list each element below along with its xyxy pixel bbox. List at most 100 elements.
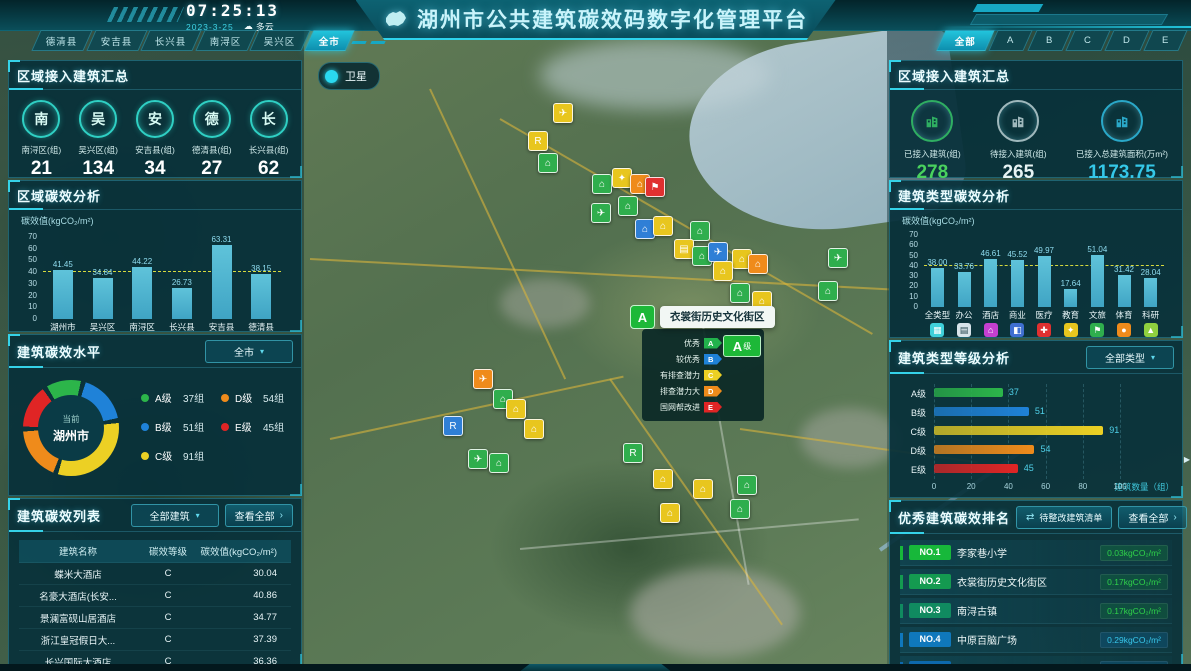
building-name: 李家巷小学 [957,545,1094,560]
building-icon [997,100,1039,142]
map-marker[interactable]: ⚑ [645,177,665,197]
ranking-row[interactable]: NO.4中原百脑广场0.29kgCO₂/m² [900,627,1172,653]
legend-grade: D级 [235,390,257,405]
grade-legend-row: 有排查潜力 C [646,367,760,383]
building-icon [911,100,953,142]
bar [958,272,971,307]
hotel-icon: ⌂ [984,323,998,337]
grade-chip: C [704,370,722,381]
map-marker[interactable]: R [443,416,463,436]
map-marker[interactable]: ⌂ [818,281,838,301]
carbon-value: 0.17kgCO₂/m² [1100,574,1168,590]
rectify-list-button[interactable]: ⇄待整改建筑清单 [1016,506,1112,529]
bar-value-label: 45 [1024,463,1034,473]
x-axis-label: 安吉县 [202,321,242,333]
region-tab-1[interactable]: 安吉县 [86,30,147,51]
ranking-row[interactable]: NO.1李家巷小学0.03kgCO₂/m² [900,540,1172,566]
bar [1118,275,1131,307]
map-marker[interactable]: ⌂ [713,261,733,281]
map-marker[interactable]: ⌂ [524,419,544,439]
map-marker[interactable]: ⌂ [506,399,526,419]
y-axis-tick: 70 [17,232,37,241]
ranking-row[interactable]: NO.3南浔古镇0.17kgCO₂/m² [900,598,1172,624]
map-marker[interactable]: R [528,131,548,151]
legend-dot-icon [221,423,229,431]
grade-tab-4[interactable]: D [1104,30,1149,51]
map-marker[interactable]: ▤ [674,239,694,259]
rank-accent [900,604,903,618]
type-filter-dropdown[interactable]: 全部类型▾ [1086,346,1174,369]
map-marker[interactable]: ✈ [468,449,488,469]
panel-title: 优秀建筑碳效排名 [898,508,1010,527]
map-marker[interactable]: ⌂ [748,254,768,274]
map-marker[interactable]: ⌂ [635,219,655,239]
y-axis-tick: 20 [17,291,37,300]
grid-line [1120,384,1121,479]
grade-tab-1[interactable]: A [989,30,1034,51]
view-all-label: 查看全部 [1128,510,1168,525]
region-tab-3[interactable]: 南浔区 [195,30,256,51]
building-name: 南浔古镇 [957,603,1094,618]
map-marker[interactable]: ⌂ [730,283,750,303]
region-stat-label: 南浔区(组) [22,144,62,156]
grade-legend-label: 国网帮改进 [660,402,700,413]
table-cell: C [137,612,199,623]
y-axis-tick: 50 [17,255,37,264]
view-all-button[interactable]: 查看全部› [225,504,293,527]
region-tab-2[interactable]: 长兴县 [140,30,201,51]
map-marker[interactable]: ✈ [553,103,573,123]
region-stat: 南南浔区(组)21 [14,100,68,180]
map-marker[interactable]: ⌂ [653,216,673,236]
x-axis-label: 医疗 [1031,309,1058,321]
map-marker[interactable]: ⌂ [737,475,757,495]
y-axis-tick: 30 [898,271,918,280]
map-marker[interactable]: ⌂ [660,503,680,523]
panel-title: 区域接入建筑汇总 [17,66,129,85]
scroll-arrow-icon[interactable]: ▶ [1184,455,1190,464]
city-dropdown[interactable]: 全市▾ [205,340,293,363]
table-row[interactable]: 名豪大酒店(长安...C40.86 [19,585,291,607]
grade-legend-label: 有排查潜力 [660,370,700,381]
donut-legend-item: D级 54组 [221,390,291,405]
map-tooltip[interactable]: A 衣裳街历史文化街区 [630,305,775,329]
region-stat-value: 27 [201,158,222,180]
map-marker[interactable]: ✈ [591,203,611,223]
grade-tab-label: A [1007,35,1014,46]
bar [251,274,271,319]
satellite-toggle[interactable]: 卫星 [318,62,380,90]
map-marker[interactable]: ✦ [612,168,632,188]
grade-tab-3[interactable]: C [1065,30,1110,51]
map-marker[interactable]: ✈ [473,369,493,389]
map-marker[interactable]: ⌂ [690,221,710,241]
view-all-button[interactable]: 查看全部› [1118,506,1186,529]
region-tab-0[interactable]: 德清县 [31,30,92,51]
map-marker[interactable]: ⌂ [538,153,558,173]
building-filter-dropdown[interactable]: 全部建筑▾ [131,504,219,527]
map-marker[interactable]: ✈ [708,242,728,262]
map-marker[interactable]: ⌂ [730,499,750,519]
map-marker[interactable]: ⌂ [693,479,713,499]
region-tab-4[interactable]: 吴兴区 [249,30,310,51]
selected-grade-suffix: 级 [743,341,751,352]
table-row[interactable]: 景澜富砚山居酒店C34.77 [19,607,291,629]
map-marker[interactable]: ⌂ [618,196,638,216]
grade-tab-0[interactable]: 全部 [937,30,995,51]
map-marker[interactable]: ⌂ [653,469,673,489]
map-marker[interactable]: R [623,443,643,463]
region-tab-5[interactable]: 全市 [304,30,354,51]
y-axis-label: C级 [898,425,926,438]
grade-tab-2[interactable]: B [1027,30,1072,51]
x-axis-label: 南浔区 [122,321,162,333]
map-marker[interactable]: ⌂ [592,174,612,194]
building-name: 衣裳街历史文化街区 [957,574,1094,589]
map-marker[interactable]: ✈ [828,248,848,268]
map-marker[interactable]: ⌂ [489,453,509,473]
bar-value-label: 33.76 [940,262,988,271]
region-tab-label: 全市 [319,34,340,48]
grade-tab-5[interactable]: E [1143,30,1188,51]
table-row[interactable]: 浙江皇冠假日大...C37.39 [19,629,291,651]
ranking-row[interactable]: NO.2衣裳街历史文化街区0.17kgCO₂/m² [900,569,1172,595]
table-row[interactable]: 蝶米大酒店C30.04 [19,563,291,585]
legend-count: 54组 [263,390,284,405]
x-axis-label: 湖州市 [43,321,83,333]
